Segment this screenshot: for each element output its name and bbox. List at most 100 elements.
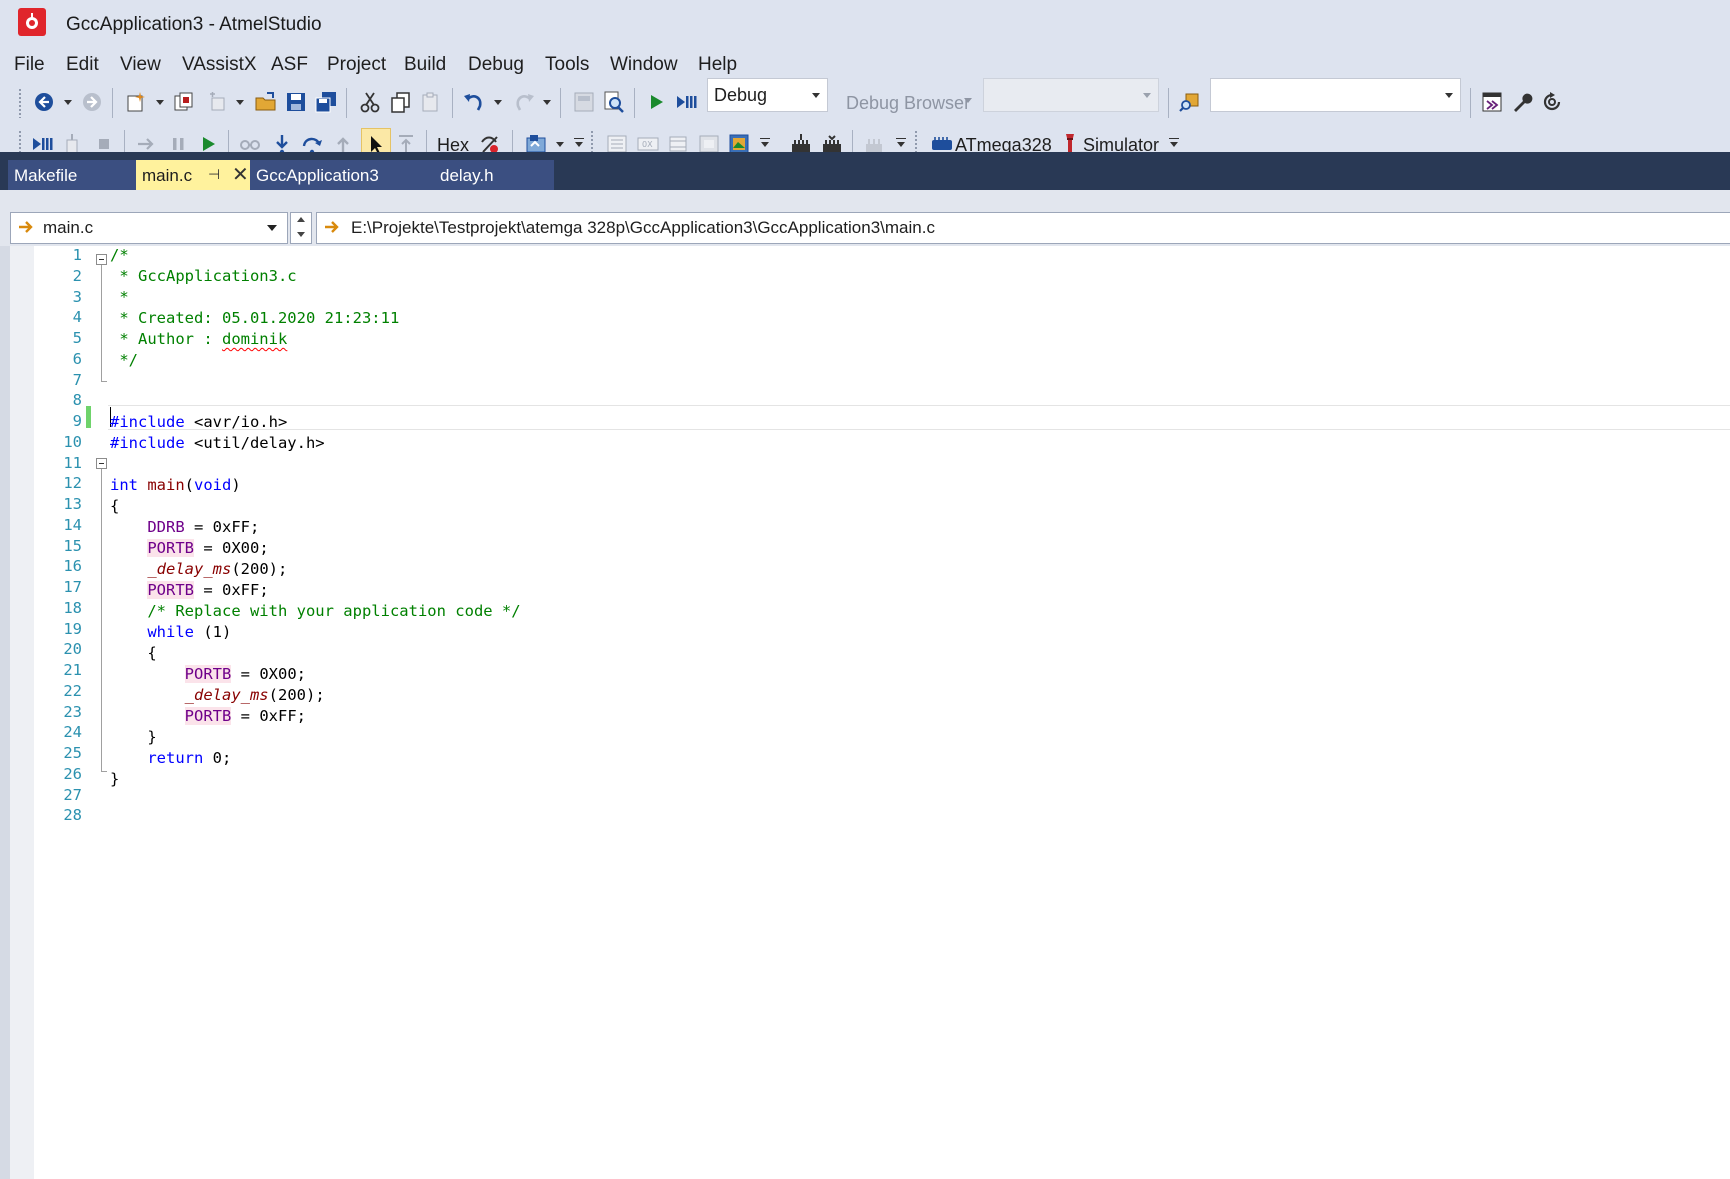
menu-edit[interactable]: Edit (66, 54, 99, 76)
debug-browser-label[interactable]: Debug Browser (846, 93, 970, 114)
open-file-icon[interactable] (254, 90, 280, 116)
menu-debug[interactable]: Debug (468, 54, 524, 76)
svg-text:0X: 0X (642, 140, 653, 149)
tab-gccapplication3[interactable]: GccApplication3 (250, 160, 434, 190)
line-number: 9 (72, 412, 82, 430)
find-combo-box[interactable] (1210, 78, 1461, 112)
menu-asf[interactable]: ASF (271, 54, 308, 76)
add-item-dropdown-icon[interactable] (236, 100, 244, 105)
paste-icon[interactable] (419, 90, 445, 116)
menu-view[interactable]: View (120, 54, 161, 76)
code-line-26: } (110, 770, 120, 788)
menu-help[interactable]: Help (698, 54, 737, 76)
find-in-files-icon[interactable] (602, 90, 628, 116)
tab-makefile[interactable]: Makefile (8, 160, 136, 190)
new-project-icon[interactable] (124, 90, 150, 116)
code-line-18: /* Replace with your application code */ (147, 602, 521, 620)
tab-delay-h[interactable]: delay.h (434, 160, 554, 190)
undo-icon[interactable] (462, 90, 488, 116)
code-line-1: /* (110, 246, 129, 264)
line-number: 24 (63, 723, 82, 742)
toolbar-separator (452, 88, 453, 118)
code-line-25: return 0; (147, 749, 232, 767)
close-tab-icon[interactable]: ✕ (232, 162, 249, 187)
current-line-highlight (108, 405, 1730, 430)
add-existing-item-icon[interactable] (206, 90, 232, 116)
toolbar-separator (634, 88, 635, 118)
code-line-22: _delay_ms(200); (184, 686, 325, 704)
redo-icon[interactable] (512, 90, 538, 116)
object-browser-icon[interactable] (572, 90, 598, 116)
navigate-back-icon[interactable] (32, 90, 58, 116)
pin-tab-icon[interactable]: ⊣ (208, 166, 220, 183)
fold-end (101, 771, 107, 772)
line-number: 11 (63, 453, 82, 472)
line-number: 7 (72, 370, 82, 389)
split-spinner[interactable] (290, 212, 312, 244)
chevron-down-icon (812, 93, 820, 98)
back-dropdown-icon[interactable] (64, 100, 72, 105)
toolbar-overflow-icon[interactable] (1169, 138, 1179, 148)
redo-dropdown-icon[interactable] (543, 100, 551, 105)
menu-project[interactable]: Project (327, 54, 386, 76)
menu-bar: File Edit View VAssistX ASF Project Buil… (0, 46, 1730, 82)
navigate-forward-icon[interactable] (80, 90, 106, 116)
menu-build[interactable]: Build (404, 54, 446, 76)
window-title: GccApplication3 - AtmelStudio (66, 14, 322, 35)
save-icon[interactable] (284, 90, 310, 116)
chevron-down-icon[interactable] (297, 232, 305, 237)
line-number: 15 (63, 536, 82, 555)
code-line-24: } (147, 728, 157, 746)
save-all-icon[interactable] (314, 90, 340, 116)
line-number: 17 (63, 578, 82, 596)
copy-icon[interactable] (389, 90, 415, 116)
code-line-6: */ (110, 351, 138, 369)
chevron-down-icon (1143, 93, 1151, 98)
toolbar-overflow-icon[interactable] (574, 138, 584, 148)
toolbar-overflow-icon[interactable] (760, 138, 770, 148)
line-number: 14 (63, 515, 82, 534)
new-dropdown-icon[interactable] (156, 100, 164, 105)
start-debugging-icon[interactable] (644, 90, 670, 116)
solution-explorer-icon[interactable] (1480, 90, 1506, 116)
breakpoint-margin[interactable] (10, 246, 34, 1179)
menu-file[interactable]: File (14, 54, 45, 76)
toolbar-overflow-icon[interactable] (896, 138, 906, 148)
menu-vassistx[interactable]: VAssistX (182, 54, 257, 76)
wrench-icon[interactable] (1510, 90, 1536, 116)
refresh-icon[interactable] (1540, 90, 1566, 116)
file-dropdown[interactable]: main.c (10, 212, 288, 244)
device-programming-dropdown-icon[interactable] (556, 142, 564, 147)
code-line-16: _delay_ms(200); (147, 560, 288, 578)
solution-configuration-dropdown[interactable]: Debug (707, 78, 828, 112)
chevron-up-icon[interactable] (297, 217, 305, 222)
tab-main-c[interactable]: main.c ⊣ ✕ (136, 160, 250, 190)
line-number: 10 (63, 432, 82, 451)
line-number: 23 (63, 702, 82, 721)
cut-icon[interactable] (358, 90, 384, 116)
collapse-icon[interactable] (96, 254, 107, 265)
undo-dropdown-icon[interactable] (494, 100, 502, 105)
code-line-12: int main(void) (110, 476, 241, 494)
solution-platform-dropdown[interactable] (983, 78, 1159, 112)
start-without-debugging-icon[interactable] (674, 90, 700, 116)
line-number: 20 (63, 640, 82, 659)
line-number: 27 (63, 785, 82, 804)
toolbar-separator (560, 88, 561, 118)
code-line-5: * Author : dominik (110, 330, 288, 348)
debug-browser-dropdown-icon[interactable] (964, 98, 972, 103)
toolbar-grip[interactable] (18, 88, 23, 118)
collapse-icon[interactable] (96, 458, 107, 469)
add-item-icon[interactable] (172, 90, 198, 116)
line-number: 21 (63, 661, 82, 679)
code-editor[interactable]: /* * GccApplication3.c * * Created: 05.0… (0, 246, 1730, 1179)
menu-tools[interactable]: Tools (545, 54, 589, 76)
menu-window[interactable]: Window (610, 54, 678, 76)
line-number: 22 (63, 681, 82, 700)
arrow-right-icon (17, 218, 35, 240)
find-symbol-icon[interactable] (1178, 90, 1204, 116)
line-number: 6 (72, 349, 82, 368)
fold-end (101, 381, 107, 382)
file-path-bar[interactable]: E:\Projekte\Testprojekt\atemga 328p\GccA… (316, 212, 1730, 244)
navigation-bar: main.c E:\Projekte\Testprojekt\atemga 32… (0, 190, 1730, 246)
